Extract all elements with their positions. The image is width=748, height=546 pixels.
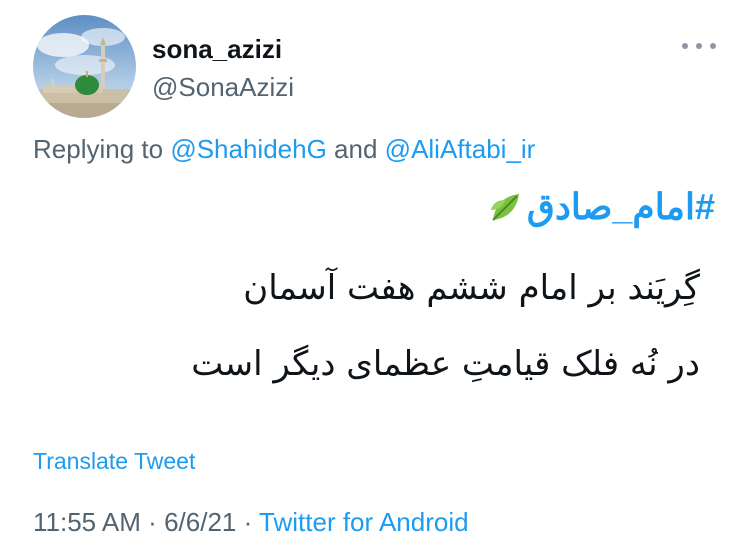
replying-and: and <box>334 134 378 164</box>
tweet-time[interactable]: 11:55 AM <box>33 507 141 537</box>
translate-tweet-link[interactable]: Translate Tweet <box>33 448 195 475</box>
tweet-text-line-1: گِریَند بر امام ششم هفت آسمان <box>243 268 700 308</box>
user-handle[interactable]: @SonaAzizi <box>152 72 294 103</box>
replying-prefix: Replying to <box>33 134 164 164</box>
hashtag-link[interactable]: #امام_صادق <box>527 186 715 228</box>
tweet-text-line-2: در نُه فلک قیامتِ عظمای دیگر است <box>191 344 700 384</box>
mention-link-aliaftabi[interactable]: @AliAftabi_ir <box>385 134 536 164</box>
tweet-source-link[interactable]: Twitter for Android <box>259 507 469 537</box>
tweet-date[interactable]: 6/6/21 <box>164 507 236 537</box>
more-options-icon[interactable] <box>682 36 716 56</box>
meta-separator: · <box>148 507 157 537</box>
avatar[interactable] <box>33 15 136 118</box>
hashtag-line: #امام_صادق <box>489 186 715 228</box>
leaf-icon <box>490 194 519 221</box>
mention-link-shahidehg[interactable]: @ShahidehG <box>170 134 327 164</box>
replying-to-line: Replying to @ShahidehG and @AliAftabi_ir <box>33 134 535 165</box>
tweet-meta: 11:55 AM · 6/6/21 · Twitter for Android <box>33 507 469 538</box>
avatar-mosque-image <box>33 15 136 118</box>
meta-separator: · <box>243 507 253 537</box>
display-name[interactable]: sona_azizi <box>152 34 282 65</box>
